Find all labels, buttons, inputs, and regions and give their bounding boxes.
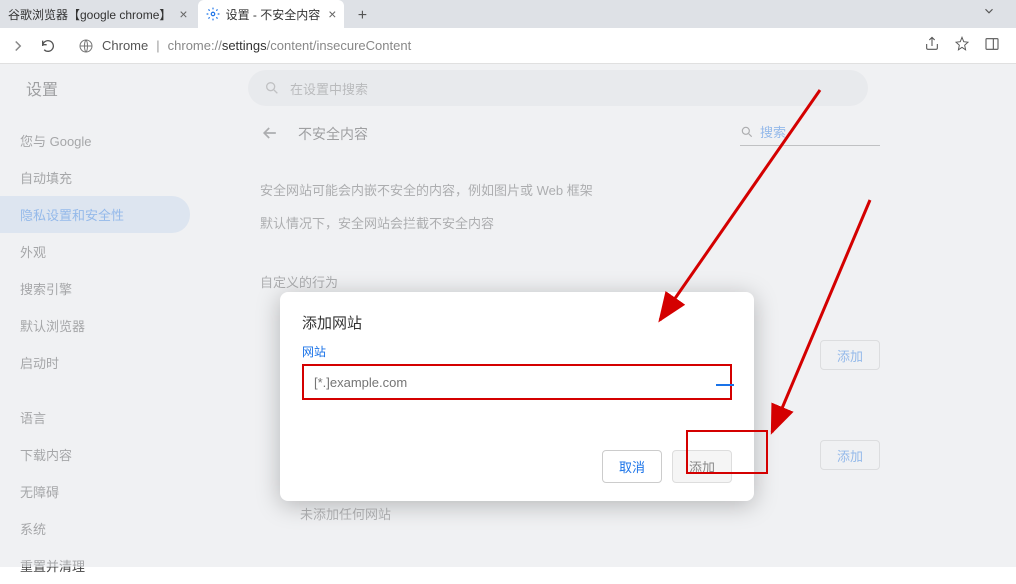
url-sub: /content/insecureContent (267, 38, 412, 53)
sidebar-item-appearance[interactable]: 外观 (0, 233, 190, 270)
settings-sidebar: 您与 Google 自动填充 隐私设置和安全性 外观 搜索引擎 默认浏览器 启动… (0, 112, 200, 584)
sidebar-item-search-engine[interactable]: 搜索引擎 (0, 270, 190, 307)
tab-title: 设置 - 不安全内容 (226, 6, 321, 23)
dialog-field-label: 网站 (302, 343, 732, 360)
input-focus-underline (716, 384, 734, 386)
sidebar-item-reset[interactable]: 重置并清理 (0, 547, 190, 584)
chevron-down-icon[interactable] (982, 4, 996, 21)
panel-icon[interactable] (984, 36, 1000, 55)
gear-icon (206, 7, 220, 21)
sidebar-item-language[interactable]: 语言 (0, 399, 190, 436)
cancel-button[interactable]: 取消 (602, 450, 662, 483)
share-icon[interactable] (924, 36, 940, 55)
browser-toolbar: Chrome | chrome://settings/content/insec… (0, 28, 1016, 64)
tab-title: 谷歌浏览器【google chrome】 (8, 6, 171, 23)
settings-title: 设置 (26, 76, 58, 100)
search-placeholder: 在设置中搜索 (290, 79, 368, 98)
url-bar[interactable]: Chrome | chrome://settings/content/insec… (68, 34, 914, 58)
close-icon[interactable]: × (328, 6, 336, 22)
tab-1[interactable]: 设置 - 不安全内容 × (198, 0, 345, 28)
sidebar-item-autofill[interactable]: 自动填充 (0, 159, 190, 196)
settings-header: 设置 在设置中搜索 (0, 64, 1016, 112)
add-button-allow[interactable]: 添加 (820, 340, 880, 370)
sidebar-item-privacy[interactable]: 隐私设置和安全性 (0, 196, 190, 233)
settings-search[interactable]: 在设置中搜索 (248, 70, 868, 106)
sidebar-item-accessibility[interactable]: 无障碍 (0, 473, 190, 510)
tab-0[interactable]: 谷歌浏览器【google chrome】 × (0, 0, 196, 28)
close-icon[interactable]: × (179, 6, 187, 22)
no-sites-added: 未添加任何网站 (300, 504, 391, 523)
sidebar-item-downloads[interactable]: 下载内容 (0, 436, 190, 473)
sidebar-item-default-browser[interactable]: 默认浏览器 (0, 307, 190, 344)
annotation-red-box-input (302, 364, 732, 400)
reload-button[interactable] (38, 36, 58, 56)
dialog-title: 添加网站 (302, 312, 732, 333)
site-url-input[interactable] (306, 368, 728, 396)
sidebar-item-system[interactable]: 系统 (0, 510, 190, 547)
add-site-dialog: 添加网站 网站 取消 添加 (280, 292, 754, 501)
browser-tabs-bar: 谷歌浏览器【google chrome】 × 设置 - 不安全内容 × + (0, 0, 1016, 28)
add-button-block[interactable]: 添加 (820, 440, 880, 470)
url-prefix: Chrome (102, 38, 148, 53)
url-main: settings (222, 38, 267, 53)
url-scheme: chrome:// (168, 38, 222, 53)
confirm-add-button[interactable]: 添加 (672, 450, 732, 483)
sidebar-item-you-and-google[interactable]: 您与 Google (0, 122, 190, 159)
star-icon[interactable] (954, 36, 970, 55)
sidebar-item-startup[interactable]: 启动时 (0, 344, 190, 381)
new-tab-button[interactable]: + (350, 4, 374, 28)
forward-button[interactable] (8, 36, 28, 56)
